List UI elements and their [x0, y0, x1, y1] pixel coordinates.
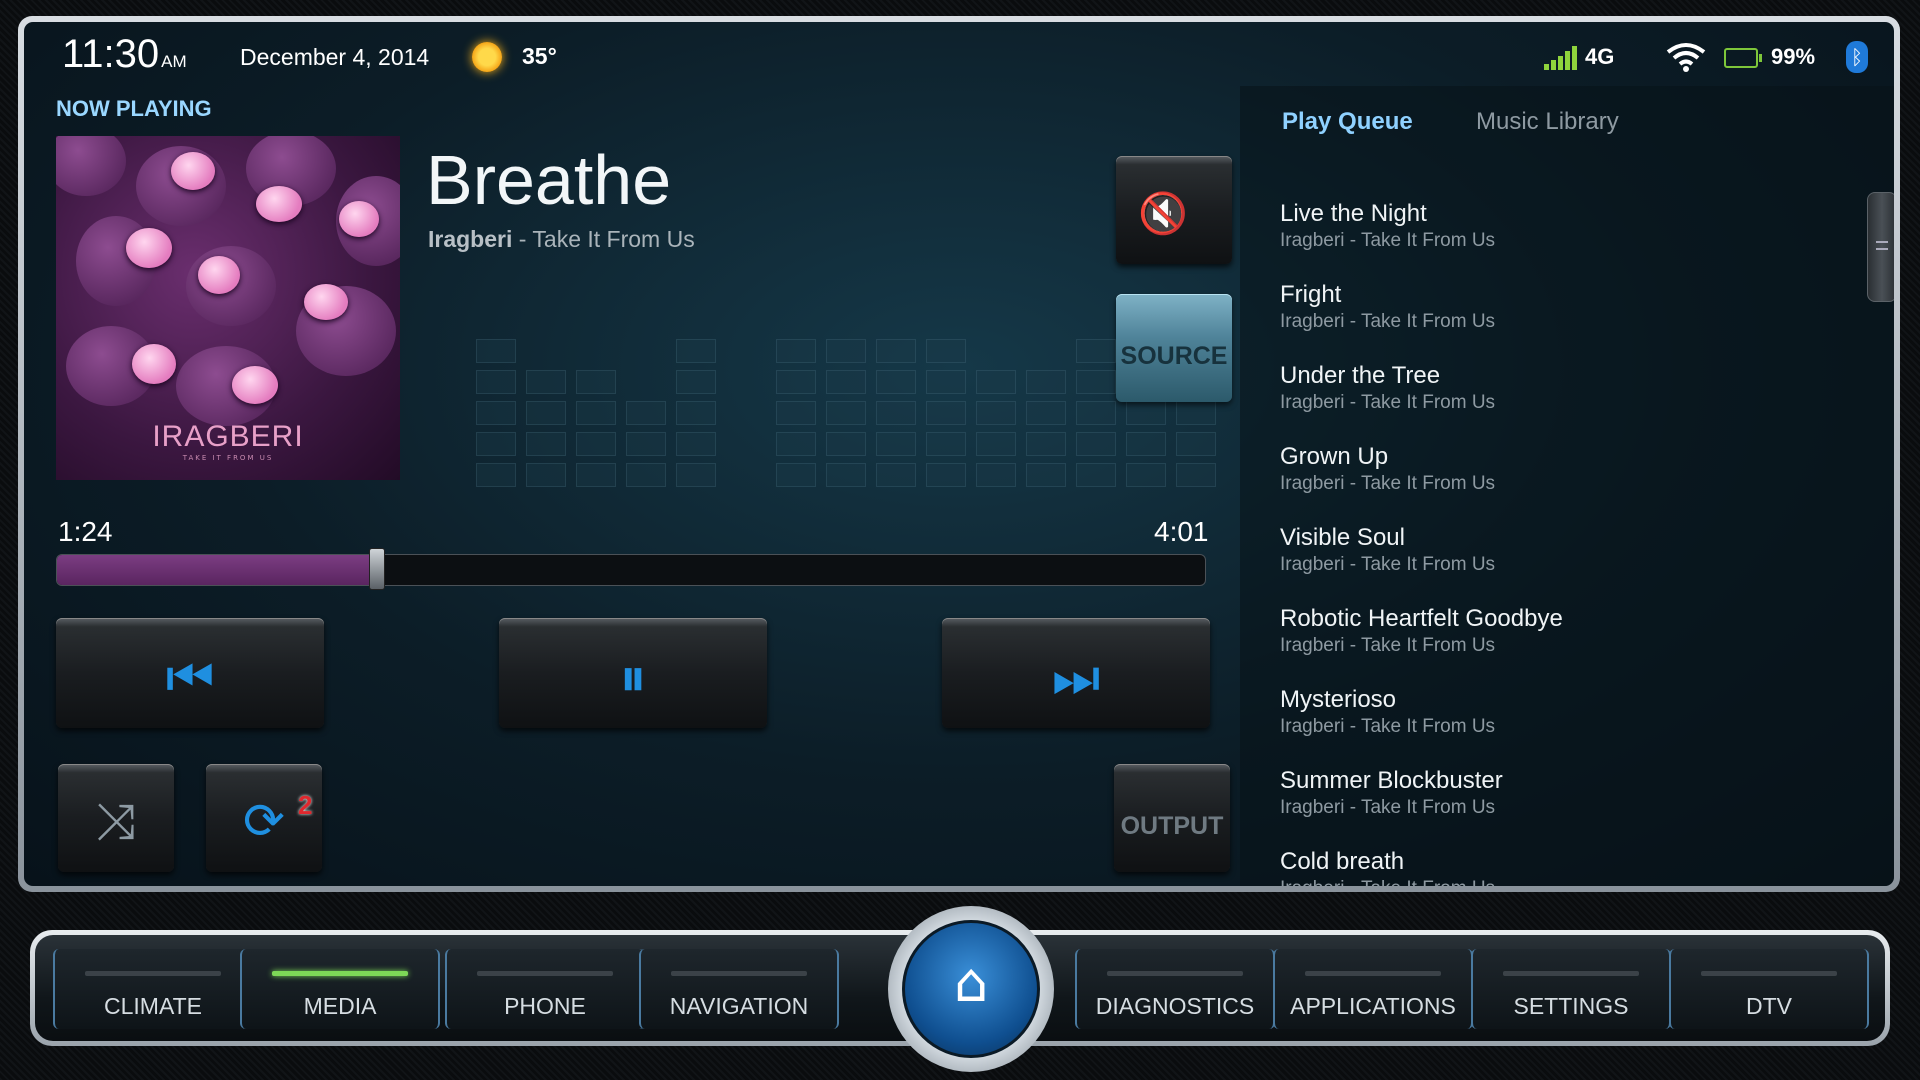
battery-icon [1724, 48, 1762, 68]
queue-item-subtitle: Iragberi - Take It From Us [1280, 878, 1864, 886]
nav-indicator [1305, 971, 1441, 976]
queue-item-title: Grown Up [1280, 443, 1389, 470]
progress-fill [57, 555, 378, 585]
nav-label: MEDIA [303, 993, 377, 1019]
total-time: 4:01 [1154, 516, 1209, 547]
nav-label: DTV [1746, 993, 1792, 1019]
nav-settings[interactable]: SETTINGS [1471, 949, 1671, 1029]
pause-icon: ⏸ [619, 646, 647, 709]
home-button[interactable]: ⌂ [888, 906, 1054, 1072]
queue-list: Live the Night Iragberi - Take It From Us… [1264, 190, 1864, 886]
queue-item[interactable]: Robotic Heartfelt Goodbye Iragberi - Take… [1264, 595, 1864, 676]
tab-play-queue[interactable]: Play Queue [1282, 108, 1413, 136]
queue-item-title: Live the Night [1280, 200, 1427, 227]
track-artist-album: Iragberi - Take It From Us [428, 226, 695, 252]
pause-button[interactable]: ⏸ [499, 618, 767, 728]
main-screen: 11:30 AM December 4, 2014 35° 4G 99% ᛒ NO… [24, 22, 1894, 886]
shuffle-button[interactable]: ⤨ [58, 764, 174, 872]
queue-item[interactable]: Under the Tree Iragberi - Take It From Us [1264, 352, 1864, 433]
signal-icon [1544, 46, 1578, 70]
album-art: IRAGBERI TAKE IT FROM US [56, 136, 400, 480]
album-art-title: IRAGBERI [152, 420, 304, 453]
screen-frame: 11:30 AM December 4, 2014 35° 4G 99% ᛒ NO… [18, 16, 1900, 892]
previous-button[interactable]: ⏮ [56, 618, 324, 728]
nav-label: CLIMATE [104, 993, 202, 1019]
queue-item-title: Robotic Heartfelt Goodbye [1280, 605, 1563, 632]
tab-music-library[interactable]: Music Library [1476, 108, 1619, 136]
nav-label: APPLICATIONS [1290, 993, 1456, 1019]
repeat-button[interactable]: ⟳ 2 [206, 764, 322, 872]
elapsed-time: 1:24 [58, 516, 113, 547]
mute-icon: 🔇 [1138, 191, 1188, 237]
equalizer-visualizer [426, 339, 1226, 494]
nav-indicator [1107, 971, 1243, 976]
repeat-count-badge: 2 [298, 790, 313, 820]
queue-item-subtitle: Iragberi - Take It From Us [1280, 473, 1496, 494]
mute-button[interactable]: 🔇 [1116, 156, 1232, 264]
wifi-icon [1666, 43, 1706, 72]
previous-icon: ⏮ [165, 646, 215, 709]
nav-climate[interactable]: CLIMATE [53, 949, 253, 1029]
nav-label: NAVIGATION [669, 993, 809, 1019]
home-icon: ⌂ [953, 951, 989, 1014]
nav-dtv[interactable]: DTV [1669, 949, 1869, 1029]
queue-item-subtitle: Iragberi - Take It From Us [1280, 311, 1496, 332]
nav-indicator [85, 971, 221, 976]
queue-item[interactable]: Fright Iragberi - Take It From Us [1264, 271, 1864, 352]
queue-item-subtitle: Iragberi - Take It From Us [1280, 797, 1496, 818]
queue-item-subtitle: Iragberi - Take It From Us [1280, 392, 1496, 413]
queue-item-subtitle: Iragberi - Take It From Us [1280, 716, 1496, 737]
nav-label: SETTINGS [1513, 993, 1629, 1019]
nav-label: PHONE [504, 993, 586, 1019]
queue-item[interactable]: Mysterioso Iragberi - Take It From Us [1264, 676, 1864, 757]
status-bar: 11:30 AM December 4, 2014 35° 4G 99% ᛒ [24, 22, 1894, 86]
queue-item[interactable]: Grown Up Iragberi - Take It From Us [1264, 433, 1864, 514]
album-art-subtitle: TAKE IT FROM US [182, 454, 274, 462]
track-title: Breathe [426, 141, 672, 219]
queue-item[interactable]: Summer Blockbuster Iragberi - Take It Fro… [1264, 757, 1864, 838]
progress-bar[interactable] [56, 554, 1206, 586]
shuffle-icon: ⤨ [96, 792, 136, 850]
date: December 4, 2014 [240, 44, 430, 70]
queue-item-subtitle: Iragberi - Take It From Us [1280, 554, 1496, 575]
next-icon: ⏭ [1051, 646, 1101, 709]
nav-phone[interactable]: PHONE [445, 949, 645, 1029]
queue-item-title: Mysterioso [1280, 686, 1397, 713]
source-button[interactable]: SOURCE [1116, 294, 1232, 402]
now-playing-label: NOW PLAYING [56, 96, 212, 121]
queue-item-title: Visible Soul [1280, 524, 1405, 551]
bluetooth-icon: ᛒ [1846, 41, 1868, 73]
nav-indicator [1503, 971, 1639, 976]
nav-label: DIAGNOSTICS [1095, 993, 1255, 1019]
nav-applications[interactable]: APPLICATIONS [1273, 949, 1473, 1029]
grip-icon [1876, 241, 1888, 250]
nav-indicator [477, 971, 613, 976]
network-type: 4G [1585, 44, 1615, 69]
temperature: 35° [522, 43, 557, 69]
queue-item-title: Summer Blockbuster [1280, 767, 1503, 794]
nav-indicator [272, 971, 408, 976]
progress-handle[interactable] [368, 548, 385, 590]
home-button-face: ⌂ [902, 920, 1040, 1058]
nav-navigation[interactable]: NAVIGATION [639, 949, 839, 1029]
clock: 11:30 AM [62, 32, 187, 76]
sun-icon [472, 42, 502, 72]
queue-item[interactable]: Visible Soul Iragberi - Take It From Us [1264, 514, 1864, 595]
next-button[interactable]: ⏭ [942, 618, 1210, 728]
queue-item[interactable]: Live the Night Iragberi - Take It From Us [1264, 190, 1864, 271]
nav-indicator [671, 971, 807, 976]
nav-media[interactable]: MEDIA [240, 949, 440, 1029]
queue-item-title: Under the Tree [1280, 362, 1441, 389]
queue-scrollbar[interactable] [1867, 192, 1894, 302]
nav-diagnostics[interactable]: DIAGNOSTICS [1075, 949, 1275, 1029]
queue-item-title: Cold breath [1280, 848, 1405, 875]
queue-item-title: Fright [1280, 281, 1342, 308]
queue-item-subtitle: Iragberi - Take It From Us [1280, 635, 1496, 656]
output-button[interactable]: OUTPUT [1114, 764, 1230, 872]
nav-indicator [1701, 971, 1837, 976]
queue-item-subtitle: Iragberi - Take It From Us [1280, 230, 1496, 251]
queue-item[interactable]: Cold breath Iragberi - Take It From Us [1264, 838, 1864, 886]
battery-percent: 99% [1771, 44, 1816, 69]
